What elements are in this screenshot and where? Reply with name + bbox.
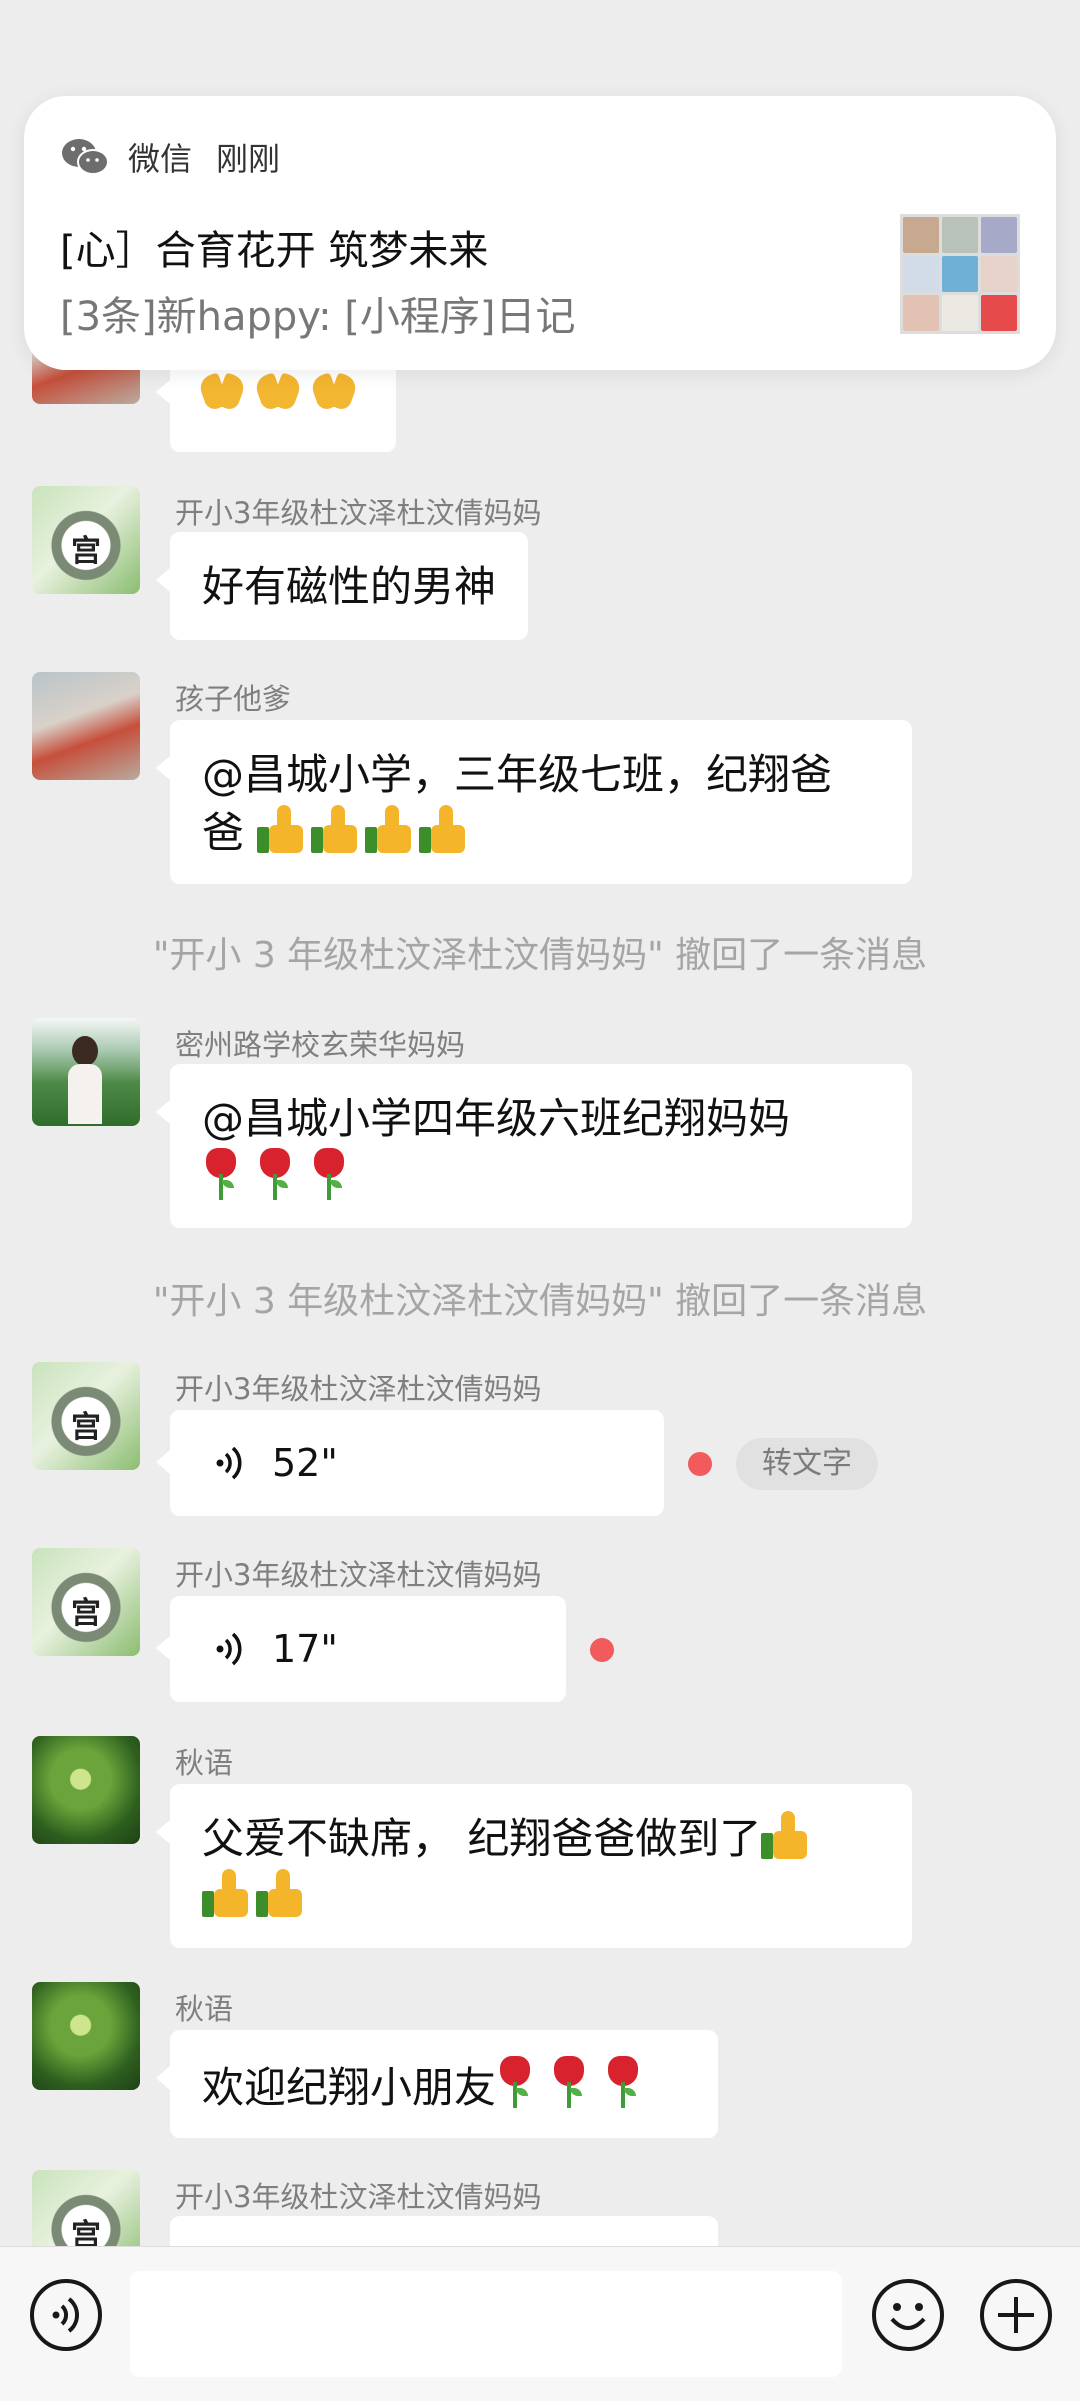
avatar[interactable]: 宫	[32, 2170, 140, 2246]
message-text: @昌城小学四年级六班纪翔妈妈	[202, 1094, 791, 1143]
pray-emoji	[252, 369, 304, 413]
sender-name: 孩子他爹	[175, 682, 292, 716]
message-bubble[interactable]: 父爱不缺席， 纪翔爸爸做到了	[156, 1784, 912, 1948]
thumbs-up-emoji	[761, 1811, 811, 1861]
sender-name: 秋语	[175, 1992, 234, 2026]
sender-name: 密州路学校玄荣华妈妈	[175, 1028, 466, 1062]
sender-name: 开小3年级杜汶泽杜汶倩妈妈	[175, 1558, 542, 1592]
notification-title: [心］合育花开 筑梦未来	[60, 228, 489, 274]
avatar[interactable]: 宫	[32, 1548, 140, 1656]
tulip-emoji-row	[202, 1148, 880, 1209]
thumbs-up-emoji	[202, 1869, 252, 1919]
thumbs-up-emoji	[257, 805, 307, 855]
message-bubble[interactable]: 好有磁性的男神	[155, 532, 529, 640]
message-input[interactable]	[130, 2271, 842, 2377]
pray-emoji	[196, 369, 248, 413]
notification-app: 微信 刚刚	[60, 134, 280, 180]
thumbs-up-emoji	[419, 805, 469, 855]
message-text: @昌城小学，三年级七班，纪翔爸	[202, 750, 833, 799]
sender-name: 开小3年级杜汶泽杜汶倩妈妈	[175, 496, 542, 530]
app-name: 微信	[128, 140, 193, 178]
message-bubble[interactable]: 欢迎纪翔小朋友	[156, 2030, 718, 2138]
notification-banner[interactable]: 微信 刚刚 [心］合育花开 筑梦未来 [3条]新happy: [小程序]日记	[24, 96, 1056, 370]
sender-name: 开小3年级杜汶泽杜汶倩妈妈	[175, 1372, 542, 1406]
tulip-emoji	[496, 2056, 534, 2108]
voice-duration: 52"	[272, 1441, 338, 1485]
message-bubble[interactable]	[170, 2216, 718, 2246]
voice-duration: 17"	[272, 1627, 338, 1671]
recall-notice: "开小 3 年级杜汶泽杜汶倩妈妈" 撤回了一条消息	[152, 1281, 928, 1322]
message-bubble[interactable]: @昌城小学四年级六班纪翔妈妈	[156, 1064, 912, 1228]
recall-notice: "开小 3 年级杜汶泽杜汶倩妈妈" 撤回了一条消息	[152, 935, 928, 976]
sender-name: 秋语	[175, 1746, 234, 1780]
unread-dot	[590, 1638, 614, 1662]
voice-wave-icon	[216, 1446, 242, 1480]
thumbs-up-emoji	[311, 805, 361, 855]
tulip-emoji	[550, 2056, 588, 2108]
voice-message[interactable]: 52"	[156, 1410, 664, 1516]
input-bar	[0, 2246, 1080, 2401]
voice-wave-icon	[216, 1632, 242, 1666]
avatar[interactable]	[32, 1736, 140, 1844]
tulip-emoji	[202, 1148, 240, 1200]
thumbs-up-emoji	[256, 1869, 306, 1919]
avatar[interactable]: 宫	[32, 486, 140, 594]
group-avatar	[900, 214, 1020, 334]
to-text-button[interactable]: 转文字	[736, 1438, 878, 1490]
voice-message[interactable]: 17"	[156, 1596, 566, 1702]
plus-icon[interactable]	[978, 2277, 1054, 2353]
tulip-emoji	[256, 1148, 294, 1200]
avatar[interactable]	[32, 1018, 140, 1126]
thumbs-up-emoji	[365, 805, 415, 855]
tulip-emoji	[310, 1148, 348, 1200]
message-bubble[interactable]: @昌城小学，三年级七班，纪翔爸 爸	[156, 720, 912, 884]
wechat-icon	[62, 139, 109, 175]
avatar[interactable]	[32, 1982, 140, 2090]
pray-emoji	[308, 369, 360, 413]
notification-time: 刚刚	[216, 140, 281, 178]
unread-dot	[688, 1452, 712, 1476]
message-text-line1: 父爱不缺席， 纪翔爸爸做到了	[202, 1810, 880, 1868]
thumbs-row	[202, 1868, 880, 1926]
message-text: 欢迎纪翔小朋友	[202, 2063, 497, 2112]
voice-icon[interactable]	[28, 2277, 104, 2353]
notification-text: [3条]新happy: [小程序]日记	[60, 294, 576, 340]
emoji-icon[interactable]	[870, 2277, 946, 2353]
tulip-emoji	[604, 2056, 642, 2108]
message-text-line2: 爸	[202, 804, 880, 862]
avatar[interactable]	[32, 672, 140, 780]
avatar[interactable]: 宫	[32, 1362, 140, 1470]
sender-name: 开小3年级杜汶泽杜汶倩妈妈	[175, 2180, 542, 2214]
